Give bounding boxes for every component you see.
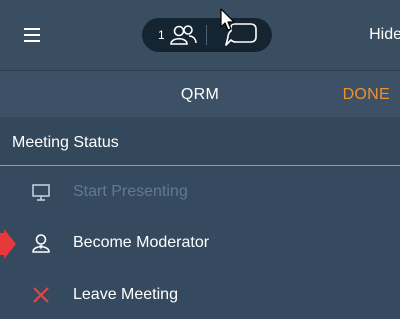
hide-button[interactable]: Hide: [369, 26, 400, 44]
mouse-cursor-icon: [220, 8, 235, 31]
leave-meeting-item[interactable]: Leave Meeting: [0, 270, 400, 319]
meeting-panel: 1 Hide QRM DONE Meeting Status Start Pre…: [0, 0, 400, 319]
participant-count: 1: [158, 28, 165, 42]
hamburger-icon: [24, 28, 40, 42]
participants-chat-toggle: 1: [142, 18, 272, 52]
moderator-icon: [32, 234, 50, 253]
done-button[interactable]: DONE: [343, 86, 390, 104]
become-moderator-item[interactable]: Become Moderator: [0, 218, 400, 268]
monitor-icon: [32, 184, 50, 201]
close-icon: [33, 287, 49, 303]
top-toolbar: 1 Hide: [0, 0, 400, 70]
start-presenting-item[interactable]: Start Presenting: [0, 167, 400, 217]
hamburger-menu-button[interactable]: [24, 28, 40, 42]
meeting-title-bar: QRM DONE: [0, 70, 400, 117]
annotation-arrow-icon: [0, 229, 16, 259]
leave-meeting-label: Leave Meeting: [73, 286, 178, 303]
section-title: Meeting Status: [12, 134, 119, 151]
participants-icon: [170, 25, 197, 45]
meeting-status-header: Meeting Status: [0, 117, 400, 166]
meeting-title: QRM: [180, 86, 220, 103]
become-moderator-label: Become Moderator: [73, 234, 210, 251]
start-presenting-label: Start Presenting: [73, 183, 188, 200]
pill-divider: [206, 25, 207, 45]
